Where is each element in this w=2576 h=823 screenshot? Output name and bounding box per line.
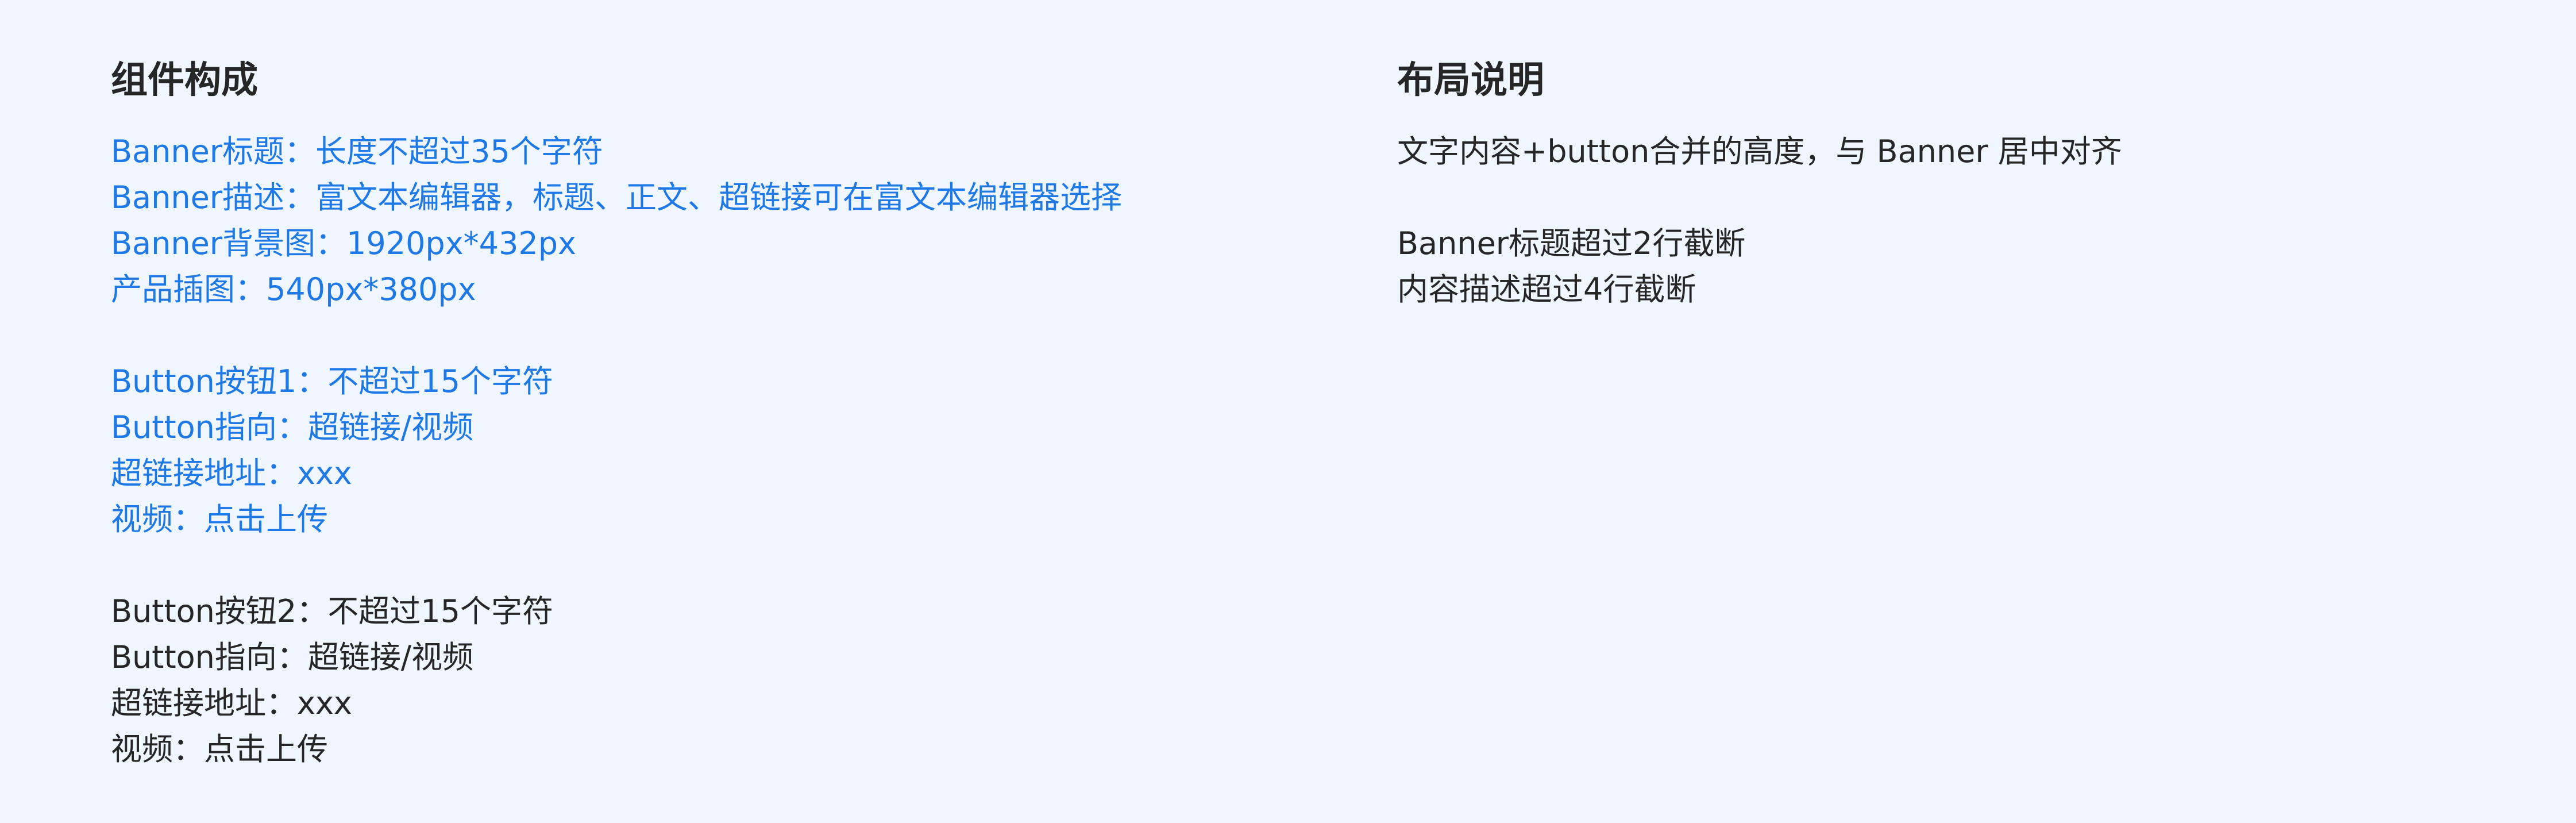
button1-video-spec: 视频：点击上传 [111, 501, 328, 537]
spacer [111, 543, 1317, 589]
component-composition-heading: 组件构成 [111, 59, 258, 102]
layout-notes-list: 文字内容+button合并的高度，与 Banner 居中对齐 Banner标题超… [1397, 129, 2489, 313]
banner-title-spec: Banner标题：长度不超过35个字符 [111, 133, 603, 170]
description-truncation-note: 内容描述超过4行截断 [1397, 271, 1696, 307]
layout-notes-section: 布局说明 文字内容+button合并的高度，与 Banner 居中对齐 Bann… [1397, 55, 2489, 313]
component-composition-section: 组件构成 Banner标题：长度不超过35个字符 Banner描述：富文本编辑器… [111, 55, 1317, 772]
button2-target-spec: Button指向：超链接/视频 [111, 639, 474, 675]
title-truncation-note: Banner标题超过2行截断 [1397, 225, 1746, 261]
banner-background-spec: Banner背景图：1920px*432px [111, 225, 576, 261]
button2-label-spec: Button按钮2：不超过15个字符 [111, 593, 553, 629]
banner-spec-list: Banner标题：长度不超过35个字符 Banner描述：富文本编辑器，标题、正… [111, 129, 1317, 772]
button1-label-spec: Button按钮1：不超过15个字符 [111, 363, 553, 399]
product-illustration-spec: 产品插图：540px*380px [111, 271, 476, 307]
button2-video-spec: 视频：点击上传 [111, 731, 328, 767]
layout-notes-heading: 布局说明 [1397, 59, 1544, 102]
button2-link-spec: 超链接地址：xxx [111, 685, 352, 721]
spacer [1397, 175, 2489, 221]
button1-link-spec: 超链接地址：xxx [111, 455, 352, 491]
alignment-note: 文字内容+button合并的高度，与 Banner 居中对齐 [1397, 133, 2122, 170]
button1-target-spec: Button指向：超链接/视频 [111, 409, 474, 445]
banner-description-spec: Banner描述：富文本编辑器，标题、正文、超链接可在富文本编辑器选择 [111, 179, 1123, 216]
spacer [111, 313, 1317, 359]
